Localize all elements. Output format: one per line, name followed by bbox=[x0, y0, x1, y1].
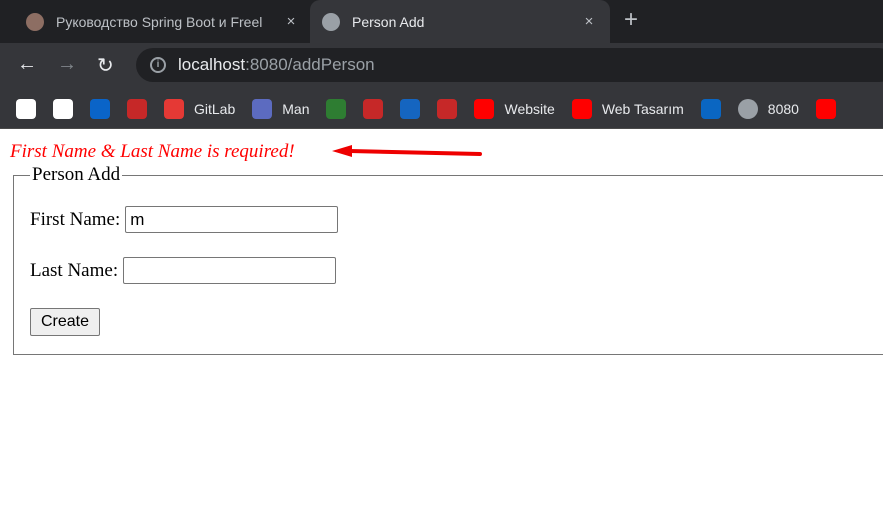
tab-strip: Руководство Spring Boot и Freel × Person… bbox=[0, 0, 883, 43]
favicon-icon bbox=[26, 12, 44, 31]
last-name-input[interactable] bbox=[123, 257, 337, 284]
bookmark-item[interactable] bbox=[437, 98, 458, 119]
forward-icon[interactable]: → bbox=[57, 53, 77, 76]
first-name-label: First Name: bbox=[30, 208, 121, 230]
bookmark-label: GitLab bbox=[194, 100, 236, 117]
bookmark-label: Web Tasarım bbox=[601, 100, 684, 117]
gmail-icon bbox=[53, 98, 73, 119]
new-tab-button[interactable]: + bbox=[624, 6, 638, 34]
bookmark-item[interactable] bbox=[16, 98, 36, 119]
address-bar[interactable]: i localhost:8080/addPerson bbox=[136, 48, 883, 82]
person-add-form: Person Add First Name: Last Name: Create bbox=[13, 164, 883, 355]
reload-icon[interactable]: ↻ bbox=[97, 53, 114, 78]
bookmark-item[interactable] bbox=[53, 98, 73, 119]
globe-icon bbox=[322, 12, 340, 31]
form-legend: Person Add bbox=[32, 164, 121, 185]
star-icon bbox=[326, 98, 347, 119]
tab-title: Руководство Spring Boot и Freel bbox=[56, 13, 263, 30]
first-name-input[interactable] bbox=[125, 206, 339, 233]
bookmarks-bar: GitLab Man Website Web Tasarım 8080 bbox=[0, 89, 883, 129]
first-name-row: First Name: bbox=[30, 206, 339, 233]
lock-icon bbox=[252, 98, 273, 119]
close-icon[interactable]: × bbox=[278, 13, 304, 30]
bookmark-label: Man bbox=[282, 100, 310, 117]
youtube-icon bbox=[571, 98, 592, 119]
bookmark-icon bbox=[127, 98, 147, 119]
bookmark-item[interactable] bbox=[326, 98, 347, 119]
bookmark-item[interactable] bbox=[127, 98, 147, 119]
arrow-annotation bbox=[332, 145, 482, 157]
close-icon[interactable]: × bbox=[576, 13, 602, 30]
create-button[interactable]: Create bbox=[30, 308, 100, 336]
bookmark-item[interactable]: Website bbox=[474, 98, 555, 119]
last-name-row: Last Name: bbox=[30, 257, 337, 284]
toolbar: ← → ↻ i localhost:8080/addPerson bbox=[0, 43, 883, 89]
bookmark-item[interactable] bbox=[700, 98, 721, 119]
last-name-label: Last Name: bbox=[30, 259, 119, 281]
bookmark-icon bbox=[437, 98, 458, 119]
globe-icon bbox=[737, 98, 758, 119]
bookmark-icon bbox=[363, 98, 384, 119]
bookmark-item[interactable] bbox=[815, 98, 836, 119]
info-icon[interactable]: i bbox=[150, 57, 166, 73]
bookmark-label: Website bbox=[504, 100, 555, 117]
page-content: First Name & Last Name is required! Pers… bbox=[0, 130, 883, 509]
bookmark-item[interactable] bbox=[363, 98, 384, 119]
bookmark-item[interactable]: GitLab bbox=[164, 98, 236, 119]
hd-icon bbox=[400, 98, 421, 119]
bookmark-item[interactable] bbox=[90, 98, 110, 119]
tab-title: Person Add bbox=[352, 13, 425, 30]
error-message: First Name & Last Name is required! bbox=[10, 141, 295, 162]
youtube-icon bbox=[474, 98, 495, 119]
back-icon[interactable]: ← bbox=[17, 53, 37, 76]
linkedin-icon bbox=[700, 98, 721, 119]
bookmark-item[interactable]: Web Tasarım bbox=[571, 98, 684, 119]
url-path: :8080/addPerson bbox=[245, 55, 375, 74]
youtube-icon bbox=[815, 98, 836, 119]
bookmark-label: 8080 bbox=[767, 100, 799, 117]
google-icon bbox=[16, 98, 36, 119]
bookmark-item[interactable] bbox=[400, 98, 421, 119]
tab-person-add[interactable]: Person Add × bbox=[310, 0, 610, 43]
gitlab-icon bbox=[164, 98, 184, 119]
tab-spring-guide[interactable]: Руководство Spring Boot и Freel × bbox=[14, 0, 304, 43]
bookmark-item[interactable]: Man bbox=[252, 98, 310, 119]
outlook-icon bbox=[90, 98, 110, 119]
bookmark-item[interactable]: 8080 bbox=[737, 98, 799, 119]
url-host: localhost bbox=[178, 55, 246, 74]
